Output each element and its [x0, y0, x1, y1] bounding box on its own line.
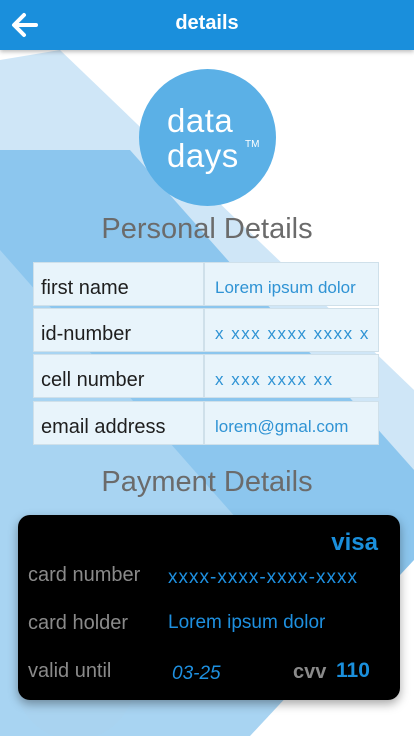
- payment-card[interactable]: visa card number xxxx-xxxx-xxxx-xxxx car…: [18, 515, 400, 700]
- id-number-field[interactable]: x xxx xxxx xxxx x: [204, 308, 379, 352]
- form-row-first-name: first name Lorem ipsum dolor: [33, 262, 379, 306]
- logo-text-line1: data: [167, 102, 234, 139]
- payment-details-heading: Payment Details: [101, 466, 313, 498]
- cell-number-field[interactable]: x xxx xxxx xx: [204, 354, 379, 398]
- first-name-field[interactable]: Lorem ipsum dolor: [204, 262, 379, 306]
- first-name-label: first name: [33, 262, 204, 306]
- personal-details-heading: Personal Details: [101, 213, 313, 245]
- page-title: details: [175, 12, 239, 34]
- form-row-cell-number: cell number x xxx xxxx xx: [33, 354, 379, 398]
- id-number-label: id-number: [33, 308, 204, 352]
- cvv-value[interactable]: 110: [336, 659, 370, 683]
- valid-until-value[interactable]: 03-25: [172, 663, 221, 685]
- email-address-field[interactable]: lorem@gmal.com: [204, 401, 379, 445]
- cell-number-label: cell number: [33, 354, 204, 398]
- logo-trademark: TM: [245, 139, 260, 150]
- form-row-id-number: id-number x xxx xxxx xxxx x: [33, 308, 379, 352]
- data-days-logo: data days TM: [139, 69, 276, 206]
- card-holder-value[interactable]: Lorem ipsum dolor: [168, 612, 325, 634]
- cvv-label: cvv: [293, 661, 327, 683]
- card-holder-label: card holder: [28, 612, 129, 634]
- form-row-email: email address lorem@gmal.com: [33, 401, 379, 445]
- logo-text-line2: days: [167, 137, 239, 174]
- valid-until-label: valid until: [28, 660, 112, 682]
- card-number-label: card number: [28, 564, 141, 586]
- top-app-bar: details: [0, 0, 414, 50]
- card-number-value[interactable]: xxxx-xxxx-xxxx-xxxx: [168, 567, 358, 589]
- email-address-label: email address: [33, 401, 204, 445]
- card-brand-visa: visa: [331, 529, 378, 556]
